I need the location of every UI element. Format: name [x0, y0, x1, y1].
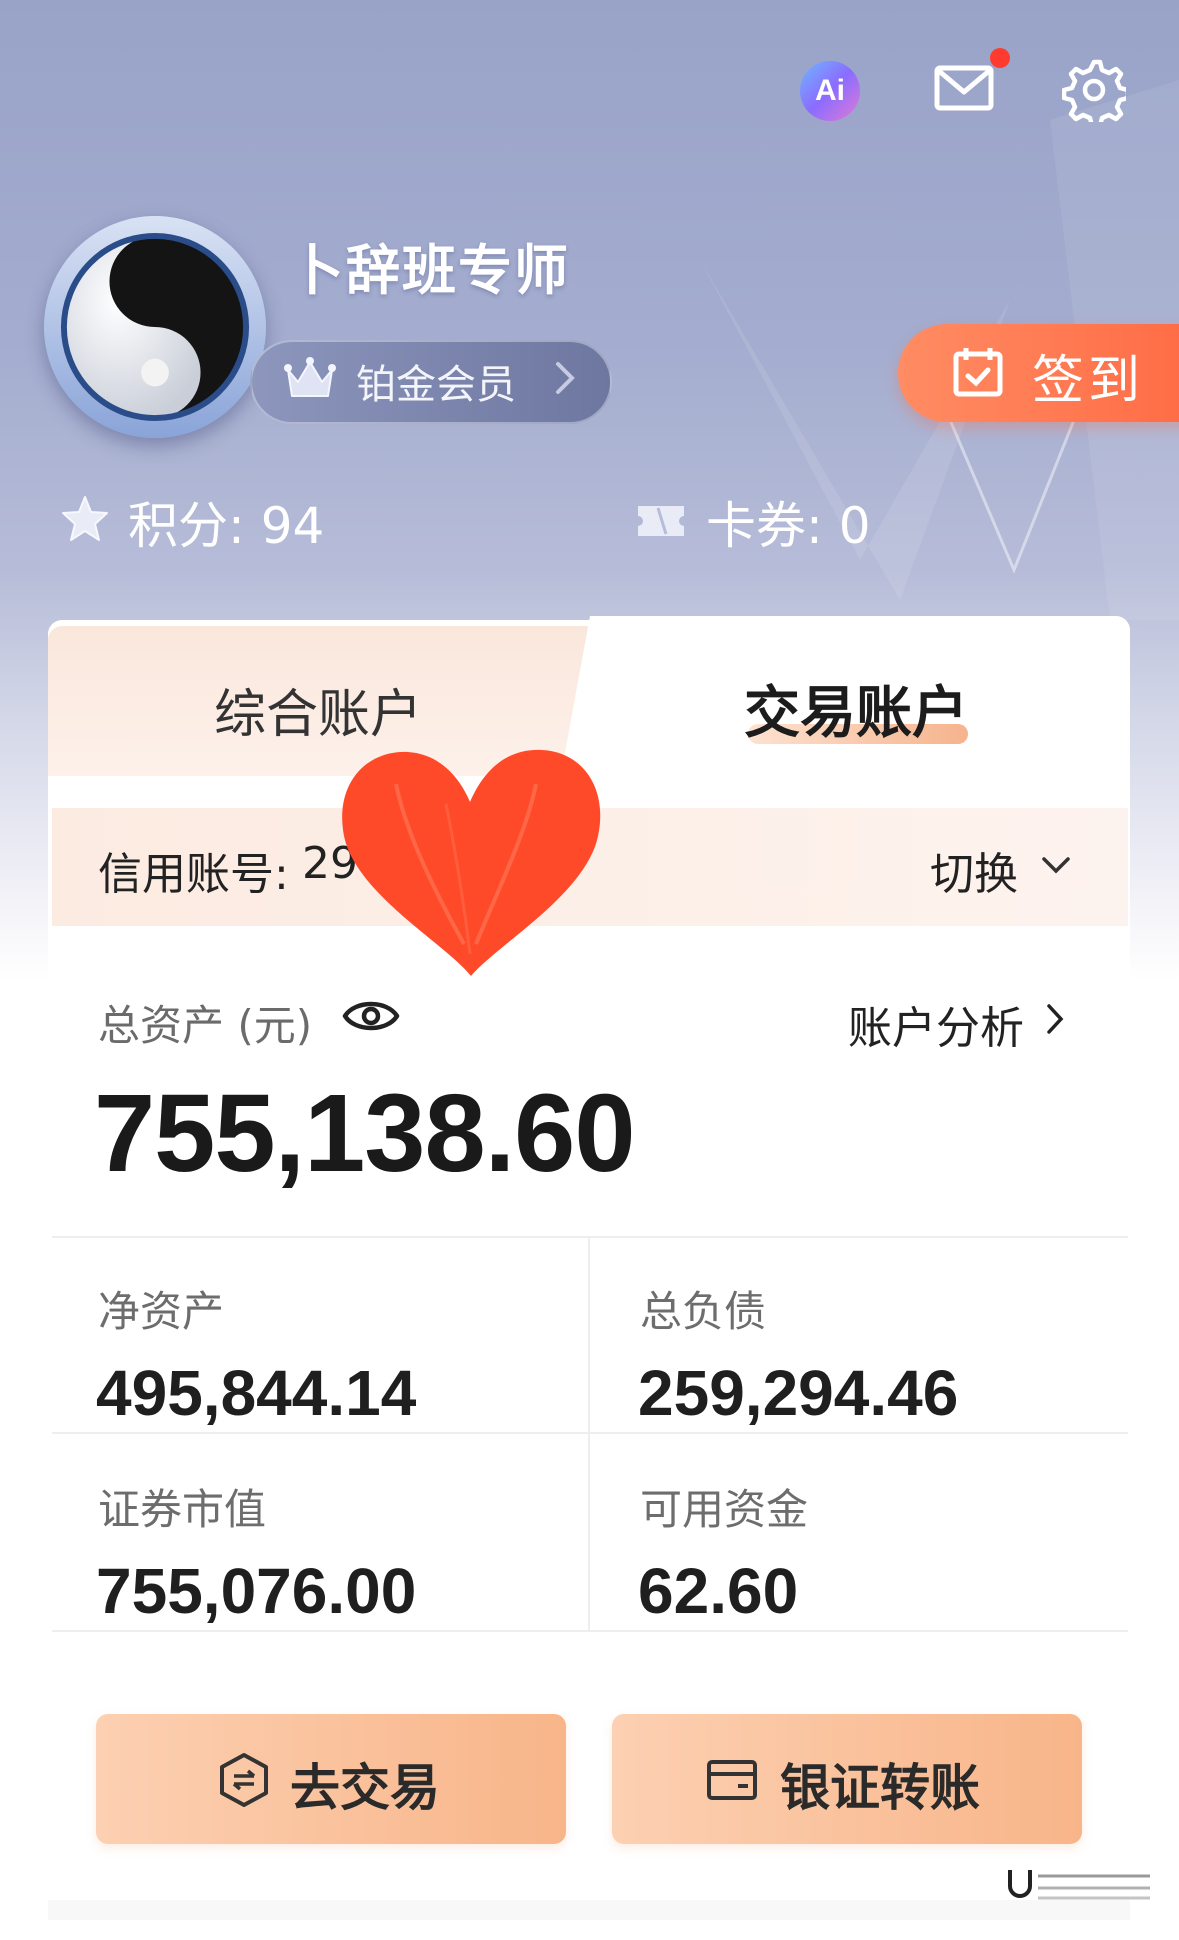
tab-trading-account-label: 交易账户 — [744, 681, 968, 746]
chevron-right-icon — [556, 362, 575, 394]
available-funds-label: 可用资金 — [640, 1485, 809, 1534]
net-assets-label: 净资产 — [98, 1287, 225, 1336]
bank-transfer-label: 银证转账 — [780, 1759, 980, 1817]
calendar-icon — [953, 348, 1003, 397]
total-liabilities-label: 总负债 — [640, 1287, 767, 1336]
username: 卜辞班专师 — [290, 239, 570, 302]
exchange-icon — [220, 1753, 268, 1807]
eye-icon[interactable] — [342, 994, 400, 1038]
divider — [52, 1630, 1128, 1632]
member-level-label: 铂金会员 — [356, 362, 516, 408]
watermark-handle-icon — [1008, 1870, 1150, 1900]
chevron-down-icon[interactable] — [1040, 850, 1072, 880]
crown-icon — [284, 357, 336, 397]
securities-value-label: 证券市值 — [98, 1485, 267, 1534]
divider — [52, 1236, 1128, 1238]
settings-gear-icon[interactable] — [1062, 58, 1126, 122]
chevron-right-icon[interactable] — [1044, 1002, 1066, 1036]
total-liabilities-value: 259,294.46 — [638, 1357, 959, 1429]
coupon-icon — [638, 506, 684, 536]
checkin-label: 签到 — [1032, 351, 1145, 411]
divider — [52, 1432, 1128, 1434]
mail-icon[interactable] — [934, 64, 994, 112]
go-trade-label: 去交易 — [290, 1759, 440, 1817]
available-funds-value: 62.60 — [638, 1555, 799, 1627]
points-count[interactable]: 积分: 94 — [128, 486, 324, 558]
card-icon — [707, 1760, 757, 1800]
star-icon — [62, 496, 108, 541]
unread-dot — [990, 48, 1010, 68]
securities-value: 755,076.00 — [96, 1555, 417, 1627]
divider — [588, 1238, 590, 1630]
total-assets-value: 755,138.60 — [94, 1072, 636, 1195]
net-assets-value: 495,844.14 — [96, 1357, 417, 1429]
switch-account-button[interactable]: 切换 — [930, 838, 1018, 902]
tab-comprehensive-account-label: 综合账户 — [214, 685, 423, 745]
account-analysis-link[interactable]: 账户分析 — [848, 992, 1024, 1056]
total-assets-label: 总资产 (元) — [98, 1001, 313, 1050]
credit-account-label: 信用账号: — [98, 849, 289, 900]
avatar[interactable] — [56, 228, 254, 426]
ai-assistant-icon[interactable]: Ai — [800, 61, 860, 121]
heart-sticker — [342, 749, 601, 976]
coupon-count[interactable]: 卡券: 0 — [706, 486, 871, 558]
next-section-edge — [48, 1900, 1130, 1920]
